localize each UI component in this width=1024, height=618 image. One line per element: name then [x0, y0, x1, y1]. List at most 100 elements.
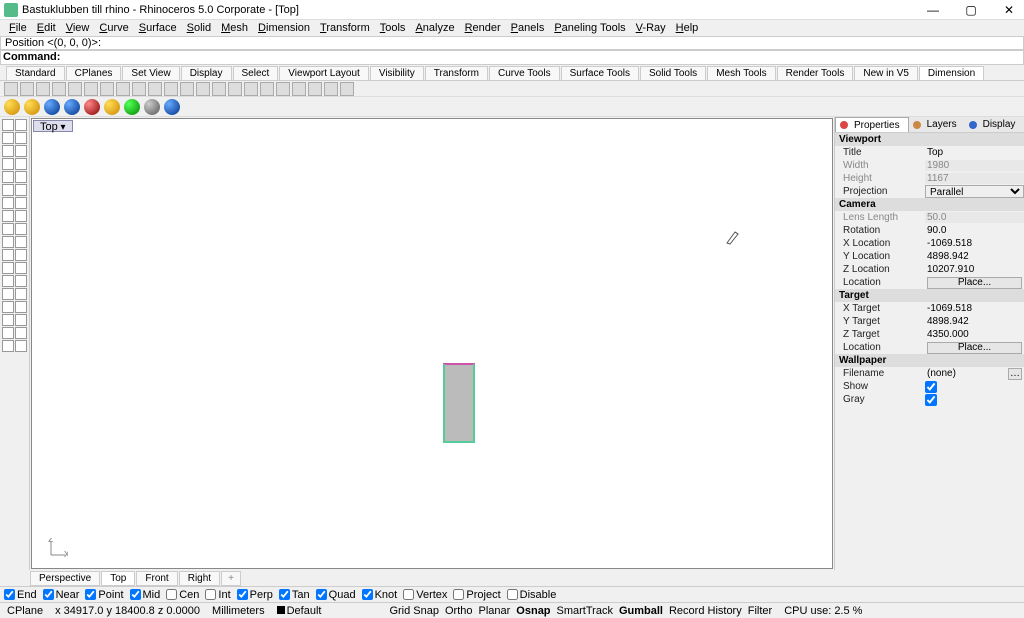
left-tool-1-0[interactable] [2, 132, 14, 144]
status-gumball[interactable]: Gumball [616, 605, 666, 617]
tool-icon-10[interactable] [164, 82, 178, 96]
tool-icon-3[interactable] [52, 82, 66, 96]
menu-curve[interactable]: Curve [94, 22, 133, 34]
status-layer[interactable]: Default [274, 605, 325, 617]
val-title[interactable]: Top [925, 147, 1024, 158]
left-tool-14-0[interactable] [2, 301, 14, 313]
add-view-tab[interactable]: + [221, 571, 241, 586]
val-rotation[interactable]: 90.0 [925, 225, 1024, 236]
status-grid-snap[interactable]: Grid Snap [386, 605, 442, 617]
minimize-button[interactable]: — [922, 3, 944, 17]
left-tool-6-0[interactable] [2, 197, 14, 209]
osnap-int[interactable]: Int [205, 589, 230, 601]
osnap-quad-checkbox[interactable] [316, 589, 327, 600]
tool-icon-1[interactable] [20, 82, 34, 96]
osnap-end-checkbox[interactable] [4, 589, 15, 600]
val-ztarget[interactable]: 4350.000 [925, 329, 1024, 340]
left-tool-14-1[interactable] [15, 301, 27, 313]
viewport-canvas[interactable]: zx [32, 133, 832, 568]
left-tool-9-1[interactable] [15, 236, 27, 248]
osnap-int-checkbox[interactable] [205, 589, 216, 600]
redo-icon[interactable] [104, 99, 120, 115]
osnap-perp-checkbox[interactable] [237, 589, 248, 600]
left-tool-11-1[interactable] [15, 262, 27, 274]
view-tab-top[interactable]: Top [101, 571, 135, 586]
osnap-mid-checkbox[interactable] [130, 589, 141, 600]
tool-icon-8[interactable] [132, 82, 146, 96]
menu-dimension[interactable]: Dimension [253, 22, 315, 34]
tool-icon-14[interactable] [228, 82, 242, 96]
osnap-knot-checkbox[interactable] [362, 589, 373, 600]
tool-icon-17[interactable] [276, 82, 290, 96]
val-filename[interactable]: (none) [925, 368, 1006, 379]
print-icon[interactable] [64, 99, 80, 115]
menu-surface[interactable]: Surface [134, 22, 182, 34]
tab-dimension[interactable]: Dimension [919, 66, 984, 80]
viewport-label[interactable]: Top ▾ [33, 120, 73, 132]
left-tool-15-1[interactable] [15, 314, 27, 326]
tab-display[interactable]: Display [181, 66, 232, 80]
close-button[interactable]: ✕ [998, 3, 1020, 17]
left-tool-1-1[interactable] [15, 132, 27, 144]
menu-transform[interactable]: Transform [315, 22, 375, 34]
command-input[interactable] [62, 51, 1023, 64]
menu-v-ray[interactable]: V-Ray [631, 22, 671, 34]
render-icon[interactable] [164, 99, 180, 115]
tool-icon-9[interactable] [148, 82, 162, 96]
osnap-knot[interactable]: Knot [362, 589, 398, 601]
osnap-project[interactable]: Project [453, 589, 500, 601]
left-tool-4-1[interactable] [15, 171, 27, 183]
left-tool-6-1[interactable] [15, 197, 27, 209]
tool-icon-18[interactable] [292, 82, 306, 96]
osnap-vertex[interactable]: Vertex [403, 589, 447, 601]
menu-solid[interactable]: Solid [182, 22, 216, 34]
osnap-cen-checkbox[interactable] [166, 589, 177, 600]
browse-wallpaper-button[interactable]: … [1008, 368, 1022, 380]
status-osnap[interactable]: Osnap [513, 605, 553, 617]
left-tool-2-0[interactable] [2, 145, 14, 157]
left-tool-12-0[interactable] [2, 275, 14, 287]
left-tool-10-0[interactable] [2, 249, 14, 261]
left-tool-15-0[interactable] [2, 314, 14, 326]
val-yloc[interactable]: 4898.942 [925, 251, 1024, 262]
tool-icon-16[interactable] [260, 82, 274, 96]
menu-mesh[interactable]: Mesh [216, 22, 253, 34]
osnap-point[interactable]: Point [85, 589, 123, 601]
projection-select[interactable]: Parallel [925, 185, 1024, 198]
osnap-perp[interactable]: Perp [237, 589, 273, 601]
tab-mesh-tools[interactable]: Mesh Tools [707, 66, 775, 80]
left-tool-7-1[interactable] [15, 210, 27, 222]
osnap-end[interactable]: End [4, 589, 37, 601]
val-xtarget[interactable]: -1069.518 [925, 303, 1024, 314]
left-tool-0-1[interactable] [15, 119, 27, 131]
tab-transform[interactable]: Transform [425, 66, 488, 80]
left-tool-5-0[interactable] [2, 184, 14, 196]
panel-tab-layers[interactable]: Layers [909, 117, 965, 132]
refresh-icon[interactable] [124, 99, 140, 115]
osnap-quad[interactable]: Quad [316, 589, 356, 601]
tool-icon-21[interactable] [340, 82, 354, 96]
osnap-tan[interactable]: Tan [279, 589, 310, 601]
tab-viewport-layout[interactable]: Viewport Layout [279, 66, 369, 80]
menu-paneling-tools[interactable]: Paneling Tools [549, 22, 630, 34]
menu-view[interactable]: View [61, 22, 95, 34]
osnap-disable-checkbox[interactable] [507, 589, 518, 600]
left-tool-13-0[interactable] [2, 288, 14, 300]
tab-surface-tools[interactable]: Surface Tools [561, 66, 639, 80]
view-tab-front[interactable]: Front [136, 571, 177, 586]
left-tool-12-1[interactable] [15, 275, 27, 287]
globe-icon[interactable] [4, 99, 20, 115]
maximize-button[interactable]: ▢ [960, 3, 982, 17]
show-checkbox[interactable] [925, 381, 937, 393]
left-tool-13-1[interactable] [15, 288, 27, 300]
left-tool-4-0[interactable] [2, 171, 14, 183]
gray-checkbox[interactable] [925, 394, 937, 406]
tab-select[interactable]: Select [233, 66, 279, 80]
left-tool-8-0[interactable] [2, 223, 14, 235]
tab-curve-tools[interactable]: Curve Tools [489, 66, 560, 80]
view-tab-perspective[interactable]: Perspective [30, 571, 100, 586]
panel-tab-display[interactable]: Display [965, 117, 1024, 132]
left-tool-17-1[interactable] [15, 340, 27, 352]
left-tool-11-0[interactable] [2, 262, 14, 274]
status-planar[interactable]: Planar [476, 605, 514, 617]
